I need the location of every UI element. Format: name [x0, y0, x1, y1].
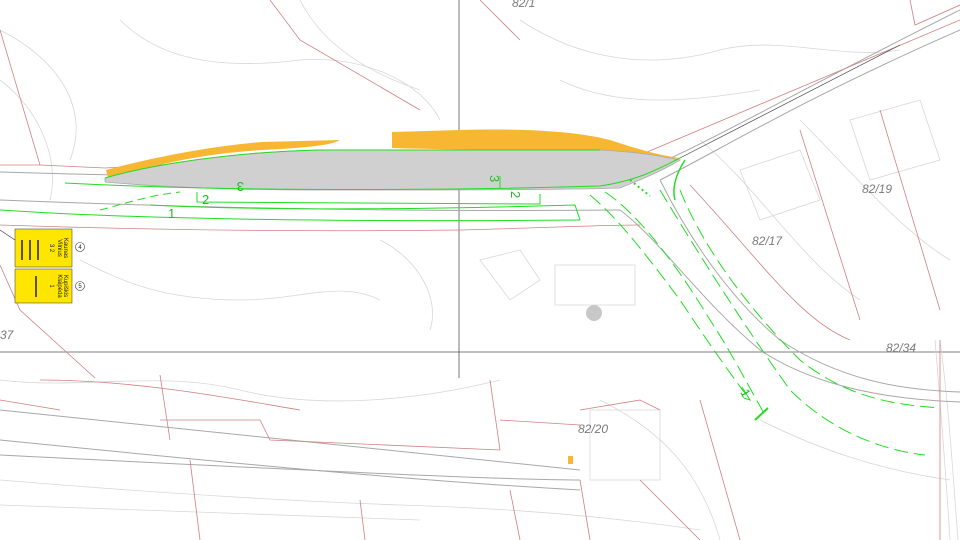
parcel-label: 82/34 [886, 341, 916, 355]
sign-pointer-line [0, 229, 16, 241]
road-sign-lower[interactable]: Klaipėda Kupiškis 1 5 [14, 268, 85, 304]
base-contours [0, 0, 959, 540]
lane-number: 3 [237, 179, 244, 194]
parcel-label: 82/17 [752, 234, 783, 248]
sign-destination: Vilnius [56, 239, 62, 257]
parcel-label: 82/1 [512, 0, 535, 10]
parcel-boundaries [0, 0, 960, 540]
lane-number: 2 [202, 192, 209, 207]
sign-destination: Kaunas [62, 238, 68, 258]
lane-number: 3 [487, 175, 502, 182]
road-sign-upper[interactable]: Vilnius Kaunas 3 2 4 [14, 228, 85, 268]
road-edges [0, 9, 960, 491]
sign-destination: Kupiškis [62, 275, 68, 297]
parcel-label: 37 [0, 328, 15, 342]
lane-number: 1 [168, 206, 175, 221]
parcel-label: 82/20 [578, 422, 608, 436]
ref-line [679, 44, 901, 159]
lane-number: 1 [737, 386, 754, 400]
point-marker [586, 305, 602, 321]
lane-number: 2 [508, 191, 523, 198]
small-fill-marker [568, 456, 573, 464]
road-plan-map[interactable]: 1 2 3 3 2 1 Vilnius Kaunas 3 2 4 Klaipėd… [0, 0, 960, 540]
sign-destination: Klaipėda [56, 274, 62, 298]
parcel-labels: 82/1 82/19 82/17 82/34 82/20 37 [0, 0, 916, 436]
lane-markings [0, 149, 941, 456]
parcel-label: 82/19 [862, 182, 892, 196]
sign-lane-numbers: 3 2 [48, 244, 54, 253]
